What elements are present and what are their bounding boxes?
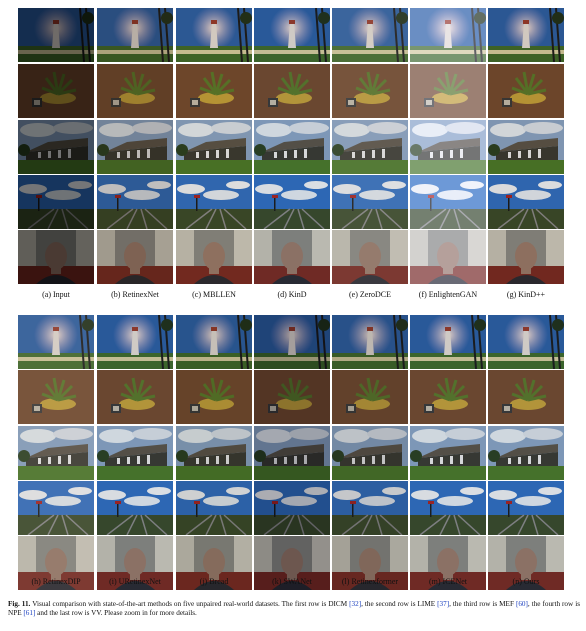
method-label-top-6: (f) EnlightenGAN [418,290,478,299]
result-image-bottom-r3-c3 [176,426,252,480]
result-image-bottom-r2-c4 [254,370,330,424]
method-label-bottom-5: (l) Retinexformer [341,577,399,586]
method-label-bottom-2: (i) URetinexNet [109,577,161,586]
figure: (a) Input (h) RetinexDIP (b) RetinexNet (i)… [0,0,586,631]
result-image-top-r4-c3 [176,175,252,229]
result-image-top-r4-c2 [97,175,173,229]
result-image-top-r1-c5 [332,8,408,62]
result-image-bottom-r4-c7 [488,481,564,535]
result-image-bottom-r2-c5 [332,370,408,424]
ref-link-32[interactable]: [32] [349,600,361,608]
result-image-top-r4-c7 [488,175,564,229]
result-image-bottom-r4-c5 [332,481,408,535]
caption-text-2: , the second row is LIME [361,600,438,608]
result-image-top-r1-c3 [176,8,252,62]
result-image-top-r4-c6 [410,175,486,229]
result-image-bottom-r2-c3 [176,370,252,424]
result-image-top-r4-c4 [254,175,330,229]
result-image-top-r3-c2 [97,120,173,174]
result-image-top-r2-c6 [410,64,486,118]
result-image-bottom-r1-c5 [332,315,408,369]
result-image-bottom-r1-c1 [18,315,94,369]
method-label-bottom-7: (n) Ours [512,577,540,586]
method-label-bottom-6: (m) ICENet [429,577,467,586]
result-image-top-r5-c6 [410,230,486,284]
result-image-top-r5-c1 [18,230,94,284]
method-label-bottom-1: (h) RetinexDIP [31,577,81,586]
result-image-top-r1-c1 [18,8,94,62]
ref-link-60[interactable]: [60] [516,600,528,608]
caption-text-5: and the last row is VV. Please zoom in f… [35,609,197,618]
result-image-bottom-r2-c2 [97,370,173,424]
result-image-bottom-r4-c3 [176,481,252,535]
result-image-top-r2-c1 [18,64,94,118]
method-label-top-4: (d) KinD [277,290,307,299]
result-image-top-r2-c7 [488,64,564,118]
result-image-bottom-r4-c6 [410,481,486,535]
figure-caption: Fig. 11. Visual comparison with state-of… [8,600,580,618]
method-label-top-2: (b) RetinexNet [111,290,159,299]
result-image-bottom-r3-c5 [332,426,408,480]
result-image-bottom-r4-c4 [254,481,330,535]
result-image-bottom-r1-c4 [254,315,330,369]
result-image-top-r2-c5 [332,64,408,118]
result-image-top-r3-c4 [254,120,330,174]
result-image-bottom-r2-c7 [488,370,564,424]
result-image-top-r3-c5 [332,120,408,174]
method-label-bottom-3: (j) Bread [199,577,229,586]
caption-text-3: , the third row is MEF [449,600,516,608]
result-image-top-r5-c7 [488,230,564,284]
result-image-bottom-r3-c6 [410,426,486,480]
result-image-top-r2-c3 [176,64,252,118]
ref-link-37[interactable]: [37] [437,600,449,608]
result-image-top-r3-c7 [488,120,564,174]
result-image-bottom-r3-c2 [97,426,173,480]
method-label-top-1: (a) Input [42,290,70,299]
result-image-bottom-r4-c1 [18,481,94,535]
method-label-top-7: (g) KinD++ [506,290,546,299]
result-image-top-r3-c3 [176,120,252,174]
result-image-top-r2-c4 [254,64,330,118]
result-image-top-r4-c1 [18,175,94,229]
result-image-top-r5-c3 [176,230,252,284]
result-image-bottom-r3-c4 [254,426,330,480]
result-image-bottom-r2-c6 [410,370,486,424]
result-image-top-r1-c6 [410,8,486,62]
result-image-top-r3-c1 [18,120,94,174]
result-image-bottom-r2-c1 [18,370,94,424]
method-label-top-3: (c) MBLLEN [192,290,236,299]
caption-fig-number: Fig. 11. [8,600,31,608]
result-image-top-r1-c2 [97,8,173,62]
method-label-top-5: (e) ZeroDCE [349,290,391,299]
method-label-bottom-4: (k) SWANet [272,577,312,586]
result-image-top-r4-c5 [332,175,408,229]
result-image-top-r1-c4 [254,8,330,62]
caption-text-1: Visual comparison with state-of-the-art … [32,600,350,608]
result-image-bottom-r4-c2 [97,481,173,535]
result-image-bottom-r3-c1 [18,426,94,480]
result-image-top-r2-c2 [97,64,173,118]
result-image-top-r5-c2 [97,230,173,284]
result-image-bottom-r1-c7 [488,315,564,369]
result-image-top-r5-c5 [332,230,408,284]
result-image-bottom-r1-c2 [97,315,173,369]
result-image-bottom-r1-c3 [176,315,252,369]
result-image-bottom-r3-c7 [488,426,564,480]
ref-link-61[interactable]: [61] [23,609,35,617]
result-image-top-r5-c4 [254,230,330,284]
result-image-top-r3-c6 [410,120,486,174]
result-image-top-r1-c7 [488,8,564,62]
result-image-bottom-r1-c6 [410,315,486,369]
